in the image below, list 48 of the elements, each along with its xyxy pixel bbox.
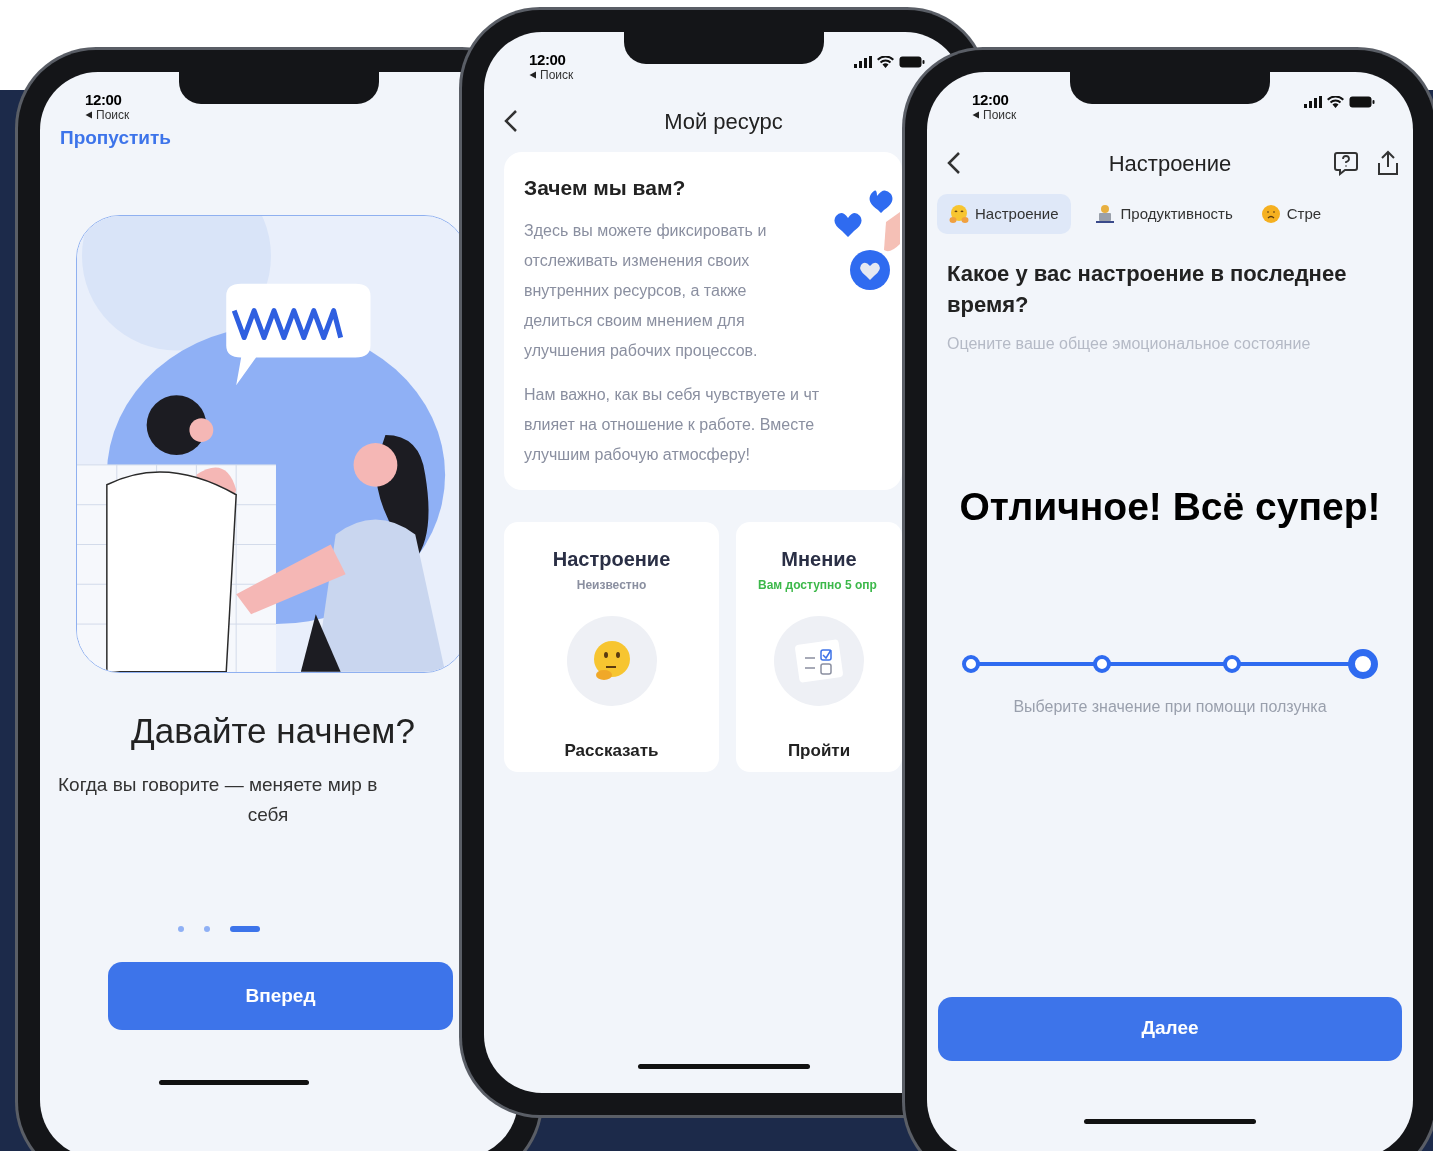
status-time: 12:00	[529, 52, 567, 67]
wifi-icon	[877, 56, 894, 68]
screen-title: Мой ресурс	[664, 107, 783, 136]
status-time: 12:00	[85, 92, 123, 107]
resource-card[interactable]: Мнение Вам доступно 5 опр Пройти	[736, 521, 902, 772]
battery-icon	[899, 56, 925, 68]
next-button[interactable]: Далее	[938, 996, 1402, 1061]
card-subtitle: Вам доступно 5 опр	[757, 576, 877, 594]
slider-hint: Выберите значение при помощи ползунка	[1013, 696, 1327, 717]
wifi-icon	[1327, 96, 1344, 108]
onboarding-subtitle: Когда вы говорите — меняете мир в себя	[58, 773, 379, 828]
sad-face-icon	[1260, 204, 1281, 224]
skip-link[interactable]: Пропустить	[60, 124, 171, 153]
intro-paragraph: Нам важно, как вы себя чувствуете и чт влияет на отношение к работе. Вместе улучшим рабочую атмосферу!	[524, 384, 821, 465]
mood-hint: Оцените ваше общее эмоциональное состояние	[947, 334, 1312, 354]
intro-paragraph: Здесь вы можете фиксировать и отслеживать изменения своих внутренних ресурсов, а также делиться своим мнением для улучшения рабочих процессов.	[524, 220, 768, 361]
hugging-face-icon	[949, 204, 969, 224]
category-tab[interactable]: Настроение	[937, 194, 1071, 234]
onboarding-title: Давайте начнем?	[131, 709, 415, 752]
card-title: Настроение	[552, 546, 671, 572]
forward-button[interactable]: Вперед	[108, 962, 453, 1031]
help-chat-icon[interactable]	[1333, 150, 1359, 176]
back-chevron-icon[interactable]	[947, 151, 961, 175]
back-app-link[interactable]: Поиск	[983, 109, 1017, 121]
resource-card[interactable]: Настроение Неизвестно Рассказать	[504, 521, 719, 772]
back-triangle-icon	[529, 71, 537, 79]
back-triangle-icon	[85, 111, 93, 119]
card-title: Мнение	[781, 546, 857, 572]
mood-label: Отличное! Всё супер!	[959, 484, 1381, 530]
slider-thumb[interactable]	[1348, 648, 1378, 679]
intro-card-title: Зачем мы вам?	[524, 175, 687, 201]
share-icon[interactable]	[1375, 149, 1401, 177]
laptop-worker-icon	[1094, 204, 1115, 224]
back-triangle-icon	[972, 111, 980, 119]
screen-title: Настроение	[1108, 149, 1232, 178]
back-app-link[interactable]: Поиск	[540, 69, 574, 81]
card-action[interactable]: Пройти	[787, 737, 851, 763]
mood-question: Какое у вас настроение в последнее время?	[947, 260, 1348, 319]
signal-icon	[854, 56, 872, 68]
category-tab[interactable]: Продуктивность	[1090, 194, 1237, 234]
battery-icon	[1349, 96, 1375, 108]
status-time: 12:00	[972, 92, 1010, 107]
back-app-link[interactable]: Поиск	[96, 109, 130, 121]
back-chevron-icon[interactable]	[504, 109, 518, 133]
signal-icon	[1304, 96, 1322, 108]
category-tab[interactable]: Стре	[1256, 194, 1326, 234]
card-action[interactable]: Рассказать	[564, 737, 659, 763]
card-subtitle: Неизвестно	[576, 576, 647, 594]
